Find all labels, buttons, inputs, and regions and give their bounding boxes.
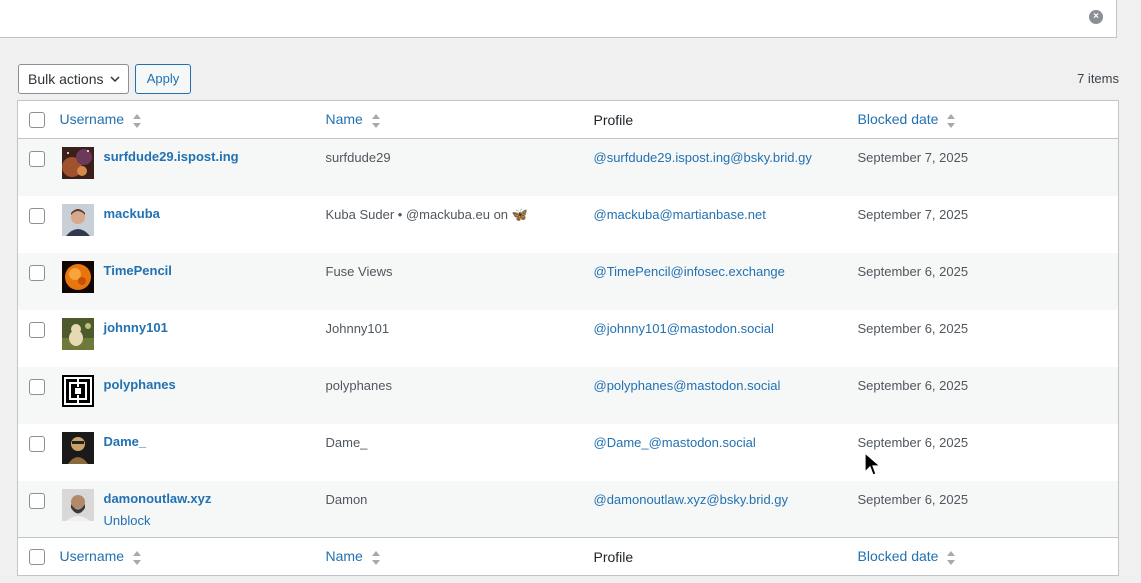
avatar [61,260,94,293]
table-row: johnny101 Johnny101 @johnny101@mastodon.… [18,310,1119,367]
bulk-actions-select[interactable]: Bulk actions [18,64,129,94]
select-all-checkbox-footer[interactable] [29,549,45,565]
table-row: TimePencil Fuse Views @TimePencil@infose… [17,252,1119,310]
column-name[interactable]: Name [326,101,594,139]
apply-button[interactable]: Apply [135,64,191,94]
column-name-footer[interactable]: Name [326,538,594,576]
profile-link[interactable]: @Dame_@mastodon.social [594,424,858,481]
table-row: polyphanes polyphanes @polyphanes@mastod… [17,366,1119,424]
column-profile-footer: Profile [594,538,858,576]
avatar [61,203,94,236]
row-checkbox[interactable] [29,151,45,167]
avatar [61,317,94,350]
profile-column-label: Profile [593,548,634,565]
chevron-down-icon [110,76,120,83]
name-sort-link[interactable]: Name [326,548,363,564]
row-checkbox[interactable] [29,264,45,281]
display-name: polyphanes [325,377,393,393]
username-sort-link[interactable]: Username [60,111,125,127]
username-link[interactable]: TimePencil [104,263,172,278]
select-all-checkbox[interactable] [29,112,45,128]
row-checkbox[interactable] [29,435,45,452]
sort-indicator-icon [371,550,380,565]
display-name: Damon [325,491,368,507]
profile-column-label: Profile [593,111,634,128]
avatar [61,488,94,521]
column-blocked-date-footer[interactable]: Blocked date [858,538,1119,576]
table-header-row: Username Name Profile Blocked date [17,101,1119,139]
blocked-date: September 6, 2025 [857,263,969,279]
username-link[interactable]: damonoutlaw.xyz [104,491,212,506]
username-sort-link[interactable]: Username [60,548,125,564]
blocked-date: September 7, 2025 [857,206,969,222]
items-count: 7 items [1077,71,1119,86]
profile-link[interactable]: @mackuba@martianbase.net [594,196,858,253]
clear-search-icon[interactable]: × [1089,10,1103,24]
profile-link[interactable]: @damonoutlaw.xyz@bsky.brid.gy [594,481,858,538]
blocked-date-sort-link[interactable]: Blocked date [858,111,939,127]
blocked-date: September 7, 2025 [857,150,969,165]
bulk-actions-label: Bulk actions [28,71,104,87]
search-panel: × [0,0,1117,38]
column-profile: Profile [594,101,858,139]
display-name: Fuse Views [325,263,393,279]
profile-link[interactable]: @surfdude29.ispost.ing@bsky.brid.gy [594,139,858,196]
avatar [61,374,94,407]
username-link[interactable]: polyphanes [104,377,176,392]
column-username-footer[interactable]: Username [60,538,326,576]
table-row: Dame_ Dame_ @Dame_@mastodon.social Septe… [18,424,1119,481]
sort-indicator-icon [132,550,141,565]
mouse-cursor-icon [864,452,882,476]
avatar [61,431,94,464]
profile-link[interactable]: @polyphanes@mastodon.social [594,367,858,424]
display-name: surfdude29 [325,150,391,165]
page-scrollbar[interactable] [1117,0,1141,583]
unblock-link[interactable]: Unblock [104,513,151,528]
sort-indicator-icon [371,113,380,128]
row-checkbox[interactable] [29,207,45,224]
display-name: Kuba Suder • @mackuba.eu on 🦋 [325,206,528,222]
sort-indicator-icon [132,113,141,128]
display-name: Dame_ [325,434,368,450]
sort-indicator-icon [947,113,956,128]
tablenav-top: Bulk actions Apply 7 items [18,64,1119,94]
sort-indicator-icon [947,550,956,565]
blocked-date: September 6, 2025 [857,377,969,393]
username-link[interactable]: mackuba [104,206,160,221]
blocked-users-table: Username Name Profile Blocked date surfd… [17,100,1119,576]
row-checkbox[interactable] [29,492,45,509]
column-username[interactable]: Username [60,101,326,139]
profile-link[interactable]: @johnny101@mastodon.social [594,310,858,367]
username-link[interactable]: Dame_ [104,434,147,449]
blocked-date-sort-link[interactable]: Blocked date [858,548,939,564]
display-name: Johnny101 [325,320,390,336]
blocked-date: September 6, 2025 [857,434,969,450]
table-row: surfdude29.ispost.ing surfdude29 @surfdu… [17,138,1119,196]
row-checkbox[interactable] [29,321,45,338]
column-blocked-date[interactable]: Blocked date [858,101,1119,139]
username-link[interactable]: johnny101 [104,320,168,335]
profile-link[interactable]: @TimePencil@infosec.exchange [594,253,858,310]
table-row: mackuba Kuba Suder • @mackuba.eu on 🦋 @m… [18,196,1119,253]
username-link[interactable]: surfdude29.ispost.ing [104,149,239,164]
table-row: damonoutlaw.xyz Unblock Damon @damonoutl… [17,480,1119,538]
avatar [61,147,94,179]
blocked-date: September 6, 2025 [857,320,969,336]
blocked-date: September 6, 2025 [857,491,969,507]
name-sort-link[interactable]: Name [326,111,363,127]
table-footer-row: Username Name Profile Blocked date [17,537,1119,576]
row-checkbox[interactable] [29,378,45,395]
